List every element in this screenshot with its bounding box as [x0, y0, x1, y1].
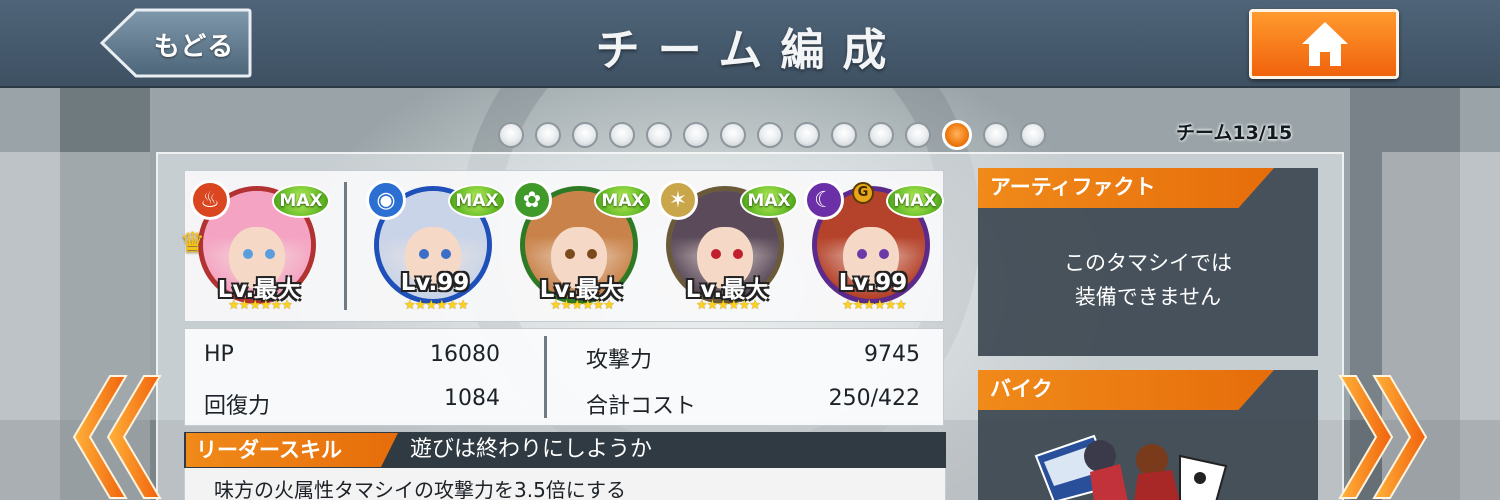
pager-dot[interactable]	[983, 122, 1009, 148]
attack-label: 攻撃力	[586, 348, 653, 373]
attack-value: 9745	[864, 342, 920, 367]
rarity-stars: ★★★★★★	[228, 298, 293, 313]
artifact-title: アーティファクト	[978, 168, 1274, 208]
light-element-icon: ✶	[658, 180, 698, 220]
fire-element-icon: ♨	[190, 180, 230, 220]
bike-title: バイク	[978, 370, 1274, 410]
page-title: チーム編成	[595, 25, 905, 76]
hp-value: 16080	[430, 342, 500, 367]
max-badge: MAX	[740, 184, 798, 218]
leader-skill-tag: リーダースキル	[186, 433, 398, 467]
water-element-icon: ◉	[366, 180, 406, 220]
pager-dot[interactable]	[905, 122, 931, 148]
rarity-stars: ★★★★★★	[696, 298, 761, 313]
rarity-stars: ★★★★★★	[550, 298, 615, 313]
character-eye-left	[857, 249, 867, 259]
character-eye-left	[243, 249, 253, 259]
character-eye-right	[587, 249, 597, 259]
character-eye-right	[441, 249, 451, 259]
recovery-label: 回復力	[204, 394, 271, 419]
pager-dot[interactable]	[1020, 122, 1046, 148]
pager-dot[interactable]	[757, 122, 783, 148]
pager-dot[interactable]	[683, 122, 709, 148]
cost-value: 250/422	[828, 386, 920, 411]
back-button-label: もどる	[153, 32, 235, 62]
character-slot-2[interactable]: ◉ MAX Lv.99 ★★★★★★	[366, 176, 506, 316]
pager-dot[interactable]	[868, 122, 894, 148]
hp-label: HP	[204, 342, 234, 367]
max-badge: MAX	[594, 184, 652, 218]
character-slot-3[interactable]: ✿ MAX Lv.最大 ★★★★★★	[512, 176, 652, 316]
stats-divider	[544, 336, 547, 418]
pager-dot[interactable]	[572, 122, 598, 148]
leader-divider	[344, 182, 347, 310]
character-slot-1[interactable]: ♨ MAX Lv.最大 ★★★★★★	[190, 176, 330, 316]
cost-label: 合計コスト	[586, 394, 697, 419]
max-badge: MAX	[448, 184, 506, 218]
back-button[interactable]: もどる	[100, 8, 252, 78]
wood-element-icon: ✿	[512, 180, 552, 220]
team-counter: チーム13/15	[1176, 122, 1293, 144]
pager-dot[interactable]	[646, 122, 672, 148]
character-eye-left	[711, 249, 721, 259]
team-pager	[498, 120, 1046, 150]
character-level: Lv.99	[838, 270, 908, 296]
character-eye-right	[879, 249, 889, 259]
character-eye-right	[265, 249, 275, 259]
character-slot-5[interactable]: ☾ MAX G Lv.99 ★★★★★★	[804, 176, 944, 316]
prev-team-arrow-icon[interactable]	[70, 374, 162, 500]
max-badge: MAX	[272, 184, 330, 218]
character-eye-left	[419, 249, 429, 259]
artifact-message-line1: このタマシイでは	[1064, 251, 1232, 275]
grade-badge: G	[852, 182, 874, 204]
rarity-stars: ★★★★★★	[404, 298, 469, 313]
rarity-stars: ★★★★★★	[842, 298, 907, 313]
max-badge: MAX	[886, 184, 944, 218]
home-icon	[1302, 22, 1348, 66]
artifact-message: このタマシイでは 装備できません	[978, 246, 1318, 314]
character-level: Lv.99	[400, 270, 470, 296]
leader-skill-description: 味方の火属性タマシイの攻撃力を3.5倍にする	[214, 478, 627, 500]
pager-dot[interactable]	[831, 122, 857, 148]
character-slot-4[interactable]: ✶ MAX Lv.最大 ★★★★★★	[658, 176, 798, 316]
pager-dot[interactable]	[535, 122, 561, 148]
home-button[interactable]	[1249, 9, 1399, 79]
pager-dot-active[interactable]	[942, 120, 972, 150]
bike-illustration	[1034, 434, 1228, 500]
header-bar: もどる チーム編成	[0, 0, 1500, 88]
pager-dot[interactable]	[794, 122, 820, 148]
pager-dot[interactable]	[720, 122, 746, 148]
dark-element-icon: ☾	[804, 180, 844, 220]
recovery-value: 1084	[444, 386, 500, 411]
artifact-message-line2: 装備できません	[1074, 285, 1222, 309]
next-team-arrow-icon[interactable]	[1338, 374, 1430, 500]
character-eye-left	[565, 249, 575, 259]
pager-dot[interactable]	[609, 122, 635, 148]
leader-crown-icon: ♛	[180, 226, 206, 259]
leader-skill-name: 遊びは終わりにしようか	[410, 437, 653, 462]
character-eye-right	[733, 249, 743, 259]
pager-dot[interactable]	[498, 122, 524, 148]
